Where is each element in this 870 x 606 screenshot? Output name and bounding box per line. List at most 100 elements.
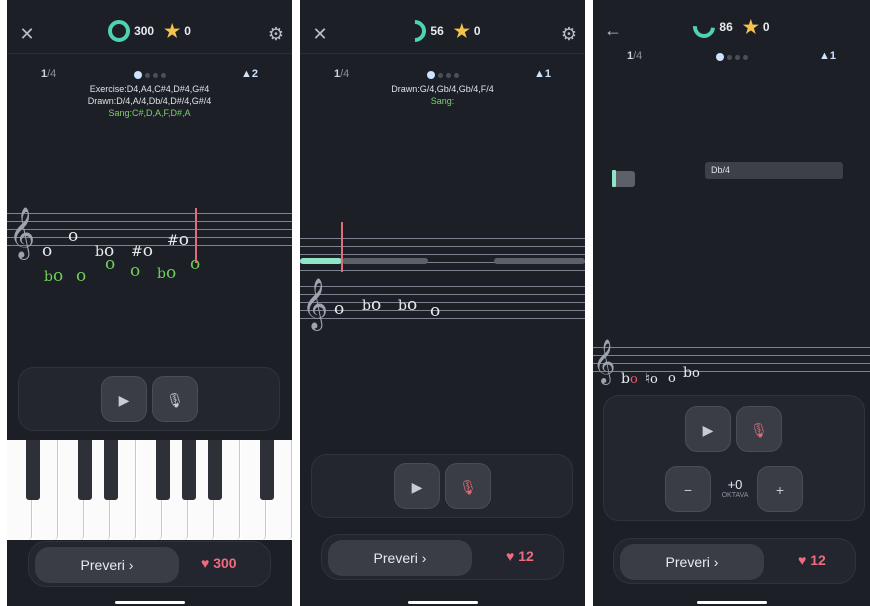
stats: 56 ★ 0 <box>300 15 585 47</box>
streak-ring-icon <box>688 11 720 43</box>
level-indicator: ▲1 <box>818 50 836 62</box>
drawn-notes: Drawn:D/4,A/4,Db/4,D#/4,G#/4 <box>87 96 212 106</box>
sung-note: bo <box>157 263 177 283</box>
piano-black-key[interactable] <box>208 440 222 500</box>
progress-dots <box>715 53 748 61</box>
top-bar: ✕ 56 ★ 0 ⚙ <box>300 14 585 54</box>
heart-icon: ♥ <box>506 548 515 564</box>
mic-button[interactable]: 🎙 <box>736 406 782 452</box>
progress-row: 1/4 ▲2 <box>7 68 292 84</box>
bottom-bar: Preveri › ♥ 12 <box>321 534 564 580</box>
level-indicator: ▲2 <box>240 68 258 80</box>
target-pitch-bar <box>342 258 428 264</box>
controls-panel: ▶ 🎙 − +0 OKTAVA + <box>603 395 865 521</box>
star-icon: ★ <box>453 21 470 41</box>
sung-note: o <box>105 254 116 274</box>
star-icon: ★ <box>164 21 181 41</box>
streak-count: 300 <box>134 24 155 38</box>
progress-row: 1/4 ▲1 <box>593 50 870 66</box>
pager: 1/4 <box>41 68 57 80</box>
treble-clef-icon: 𝄞 <box>302 278 329 329</box>
hearts: ♥ 12 <box>506 548 534 564</box>
octave-value: +0 <box>727 477 743 492</box>
treble-clef-icon: 𝄞 <box>593 339 616 383</box>
level-icon: ▲ <box>533 68 545 80</box>
mic-button[interactable]: 🎙 <box>152 376 198 422</box>
sung-pitch-bar <box>612 170 616 187</box>
piano-keyboard[interactable] <box>7 440 292 540</box>
play-icon: ▶ <box>118 392 130 408</box>
octave-label: OKTAVA <box>721 492 749 499</box>
stats: 86 ★ 0 <box>593 11 870 43</box>
play-icon: ▶ <box>702 422 714 438</box>
play-button[interactable]: ▶ <box>394 463 440 509</box>
gear-icon[interactable]: ⚙ <box>557 22 581 46</box>
check-button[interactable]: Preveri › <box>328 540 472 576</box>
play-button[interactable]: ▶ <box>101 376 147 422</box>
piano-black-key[interactable] <box>104 440 118 500</box>
heart-icon: ♥ <box>201 555 210 571</box>
exercise-screen-3: ← 86 ★ 0 1/4 ▲1 Db/4 𝄞 bo ♮o o bo ▶ 🎙 − <box>593 0 870 606</box>
playhead <box>195 208 197 263</box>
note: o <box>68 226 79 246</box>
sang-notes: Sang: <box>430 96 455 106</box>
note: o <box>42 241 53 261</box>
top-bar: ✕ 300 ★ 0 ⚙ <box>7 14 292 54</box>
note: #o <box>167 230 189 250</box>
sung-pitch-bar <box>300 258 342 264</box>
progress-row: 1/4 ▲1 <box>300 68 585 84</box>
piano-black-key[interactable] <box>78 440 92 500</box>
bottom-bar: Preveri › ♥ 300 <box>28 541 271 587</box>
star-count: 0 <box>473 24 481 38</box>
piano-black-key[interactable] <box>182 440 196 500</box>
pager: 1/4 <box>627 50 643 62</box>
piano-black-key[interactable] <box>156 440 170 500</box>
hearts: ♥ 300 <box>201 555 237 571</box>
hearts: ♥ 12 <box>798 552 826 568</box>
note: bo <box>398 295 418 315</box>
gear-icon[interactable]: ⚙ <box>264 22 288 46</box>
pager: 1/4 <box>334 68 350 80</box>
home-indicator <box>407 601 478 604</box>
mic-icon: 🎙 <box>166 392 184 408</box>
check-button[interactable]: Preveri › <box>35 547 179 583</box>
sung-note: o <box>130 261 141 281</box>
hearts-count: 12 <box>518 548 534 564</box>
level-icon: ▲ <box>240 68 252 80</box>
heart-icon: ♥ <box>798 552 807 568</box>
top-bar: ← 86 ★ 0 <box>593 10 870 50</box>
octave-down-button[interactable]: − <box>665 466 711 512</box>
octave-display: +0 OKTAVA <box>714 477 756 499</box>
octave-up-button[interactable]: + <box>757 466 803 512</box>
check-button[interactable]: Preveri › <box>620 544 764 580</box>
exercise-screen-2: ✕ 56 ★ 0 ⚙ 1/4 ▲1 Drawn:G/4,Gb/4,Gb/4,F/… <box>300 0 585 606</box>
exercise-screen-1: ✕ 300 ★ 0 ⚙ 1/4 ▲2 Exercise:D4,A4,C#4,D#… <box>7 0 292 606</box>
play-button[interactable]: ▶ <box>685 406 731 452</box>
level-icon: ▲ <box>818 50 830 62</box>
note: o <box>334 299 345 319</box>
piano-black-key[interactable] <box>260 440 274 500</box>
sang-notes: Sang:C#,D,A,F,D#,A <box>108 108 191 118</box>
streak-count: 86 <box>719 20 733 34</box>
streak-ring-icon <box>108 20 131 42</box>
treble-clef-icon: 𝄞 <box>9 207 36 258</box>
sung-note: o <box>76 266 87 286</box>
pitch-tag: Db/4 <box>705 162 843 179</box>
debug-info: Exercise:D4,A4,C#4,D#4,G#4 Drawn:D/4,A/4… <box>7 83 292 119</box>
target-pitch-bar <box>494 258 585 264</box>
bottom-bar: Preveri › ♥ 12 <box>613 538 856 584</box>
exercise-notes: Exercise:D4,A4,C#4,D#4,G#4 <box>89 84 210 94</box>
mic-button[interactable]: 🎙 <box>445 463 491 509</box>
sung-note: bo <box>621 371 638 387</box>
streak-ring-icon <box>399 15 431 47</box>
star-count: 0 <box>762 20 770 34</box>
mic-icon: 🎙 <box>459 479 477 495</box>
note: ♮o <box>645 371 658 387</box>
piano-black-key[interactable] <box>26 440 40 500</box>
star-count: 0 <box>184 24 191 38</box>
progress-dots <box>426 71 459 79</box>
controls-panel: ▶ 🎙 <box>311 454 573 518</box>
mic-icon: 🎙 <box>750 422 768 438</box>
playhead <box>341 222 343 272</box>
home-indicator <box>114 601 185 604</box>
